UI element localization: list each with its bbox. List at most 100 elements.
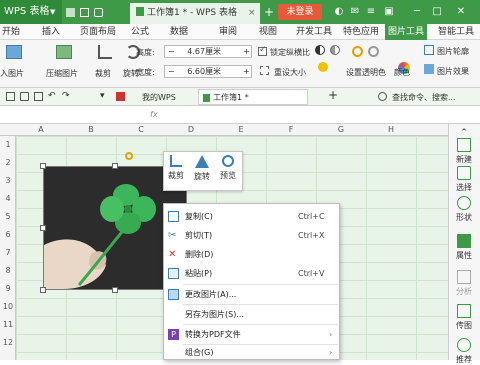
row-header[interactable]: 4: [0, 193, 16, 205]
chevron-up-icon[interactable]: ⌃: [448, 128, 480, 138]
minus-icon[interactable]: −: [168, 47, 175, 56]
column-header[interactable]: B: [66, 124, 116, 136]
sidebar-item-analysis[interactable]: 分析: [448, 270, 480, 297]
close-window-icon[interactable]: ✕: [454, 4, 468, 20]
sidebar-item-upload[interactable]: 传图: [448, 304, 480, 331]
formula-input[interactable]: [166, 108, 446, 122]
transparent-color-icon[interactable]: [318, 62, 328, 72]
row-header[interactable]: 8: [0, 265, 16, 277]
row-header[interactable]: 12: [0, 337, 16, 349]
app-menu-button[interactable]: WPS 表格 ▼: [0, 0, 62, 24]
resize-handle-s[interactable]: [112, 287, 118, 293]
sidebar-item-shape[interactable]: 形状: [448, 196, 480, 223]
picture-outline-icon[interactable]: [424, 45, 434, 55]
skin-icon[interactable]: ◐: [332, 4, 346, 20]
add-tab-button[interactable]: +: [328, 88, 338, 102]
undo-icon[interactable]: ↶: [48, 91, 56, 101]
sidebar-item-select[interactable]: 选择: [448, 166, 480, 193]
brightness-up-icon[interactable]: [352, 46, 363, 57]
resize-handle-sw[interactable]: [40, 287, 46, 293]
compress-picture-icon[interactable]: [56, 45, 72, 59]
tab-picture-tools[interactable]: 图片工具: [385, 24, 428, 40]
docs-icon[interactable]: [94, 8, 103, 17]
crop-icon[interactable]: [98, 45, 112, 59]
search-icon[interactable]: [378, 92, 387, 101]
insert-picture-icon[interactable]: [6, 45, 22, 59]
row-header[interactable]: 7: [0, 247, 16, 259]
brightness-down-icon[interactable]: [368, 46, 379, 57]
tab-insert[interactable]: 插入: [42, 24, 60, 40]
contrast-icon[interactable]: [315, 45, 325, 55]
chevron-down-icon[interactable]: ▾: [100, 91, 105, 101]
row-header[interactable]: 9: [0, 283, 16, 295]
close-tab-icon[interactable]: ×: [248, 3, 256, 24]
sidebar-item-new[interactable]: 新建: [448, 138, 480, 165]
picture-outline-button[interactable]: 图片轮廓: [437, 46, 469, 57]
brightness-icon[interactable]: [330, 45, 340, 55]
login-button[interactable]: 未登录: [278, 4, 322, 20]
home-icon[interactable]: [66, 8, 75, 17]
menu-item-paste[interactable]: 粘贴(P) Ctrl+V: [163, 264, 340, 283]
fx-button[interactable]: fx: [150, 110, 158, 119]
column-header[interactable]: F: [266, 124, 316, 136]
row-header[interactable]: 2: [0, 157, 16, 169]
menu-item-change-picture[interactable]: 更改图片(A)...: [163, 285, 340, 304]
sidebar-item-properties[interactable]: 属性: [448, 234, 480, 261]
menu-icon[interactable]: ▣: [382, 4, 396, 20]
tab-data[interactable]: 数据: [170, 24, 188, 40]
mini-preview-button[interactable]: 预览: [215, 155, 241, 181]
column-header[interactable]: D: [166, 124, 216, 136]
window-icon[interactable]: [80, 8, 89, 17]
tab-smart-tools[interactable]: 智能工具: [438, 24, 474, 40]
minimize-icon[interactable]: ─: [410, 4, 424, 20]
tab-home[interactable]: 开始: [2, 24, 20, 40]
row-header[interactable]: 6: [0, 229, 16, 241]
maximize-icon[interactable]: □: [430, 4, 444, 20]
set-transparent-button[interactable]: 设置透明色: [346, 67, 386, 78]
search-command-input[interactable]: 查找命令、搜索...: [392, 92, 456, 103]
my-wps-tab[interactable]: 我的WPS: [142, 92, 176, 103]
plus-icon[interactable]: +: [243, 46, 250, 57]
column-header[interactable]: C: [116, 124, 166, 136]
document-tab[interactable]: 工作簿1 * - WPS 表格 ×: [130, 3, 260, 24]
tab-page-layout[interactable]: 页面布局: [80, 24, 116, 40]
sidebar-item-recommend[interactable]: 推荐: [448, 338, 480, 365]
compress-picture-button[interactable]: 压缩图片: [46, 68, 78, 79]
menu-item-convert-pdf[interactable]: P 转换为PDF文件 ›: [163, 325, 340, 344]
menu-item-group[interactable]: 组合(G) ›: [163, 345, 340, 360]
crop-button[interactable]: 裁剪: [95, 68, 111, 79]
tab-view[interactable]: 视图: [259, 24, 277, 40]
picture-effect-button[interactable]: 图片效果: [437, 66, 469, 77]
menu-item-cut[interactable]: ✂ 剪切(T) Ctrl+X: [163, 226, 340, 245]
tab-formulas[interactable]: 公式: [131, 24, 149, 40]
settings-icon[interactable]: ≡: [364, 4, 378, 20]
width-input[interactable]: − 6.60厘米 +: [164, 65, 252, 78]
column-header[interactable]: E: [216, 124, 266, 136]
row-header[interactable]: 5: [0, 211, 16, 223]
mini-rotate-button[interactable]: 旋转: [189, 155, 215, 182]
plus-icon[interactable]: +: [243, 66, 250, 77]
redo-icon[interactable]: ↷: [62, 91, 70, 101]
lock-ratio-checkbox[interactable]: ✓: [258, 45, 267, 56]
mini-crop-button[interactable]: 裁剪: [163, 155, 189, 181]
row-header[interactable]: 3: [0, 175, 16, 187]
menu-item-copy[interactable]: 复制(C) Ctrl+C: [163, 207, 340, 226]
print-preview-icon[interactable]: [34, 92, 43, 101]
workbook-tab[interactable]: 工作簿1 *: [198, 89, 308, 105]
height-input[interactable]: − 4.67厘米 +: [164, 45, 252, 58]
feedback-icon[interactable]: ✉: [348, 4, 362, 20]
tab-developer[interactable]: 开发工具: [296, 24, 332, 40]
color-button[interactable]: 颜色: [394, 67, 410, 78]
resize-handle-n[interactable]: [112, 163, 118, 169]
column-header[interactable]: H: [366, 124, 416, 136]
tab-review[interactable]: 审阅: [219, 24, 237, 40]
reset-size-button[interactable]: 重设大小: [274, 67, 306, 78]
minus-icon[interactable]: −: [168, 67, 175, 76]
tab-special-apps[interactable]: 特色应用: [343, 24, 379, 40]
row-header[interactable]: 10: [0, 301, 16, 313]
menu-item-delete[interactable]: ✕ 删除(D): [163, 245, 340, 264]
rotate-handle-icon[interactable]: [125, 152, 133, 160]
reset-size-icon[interactable]: [260, 66, 269, 75]
save-icon[interactable]: [6, 92, 15, 101]
insert-picture-button[interactable]: 入图片: [0, 68, 24, 79]
